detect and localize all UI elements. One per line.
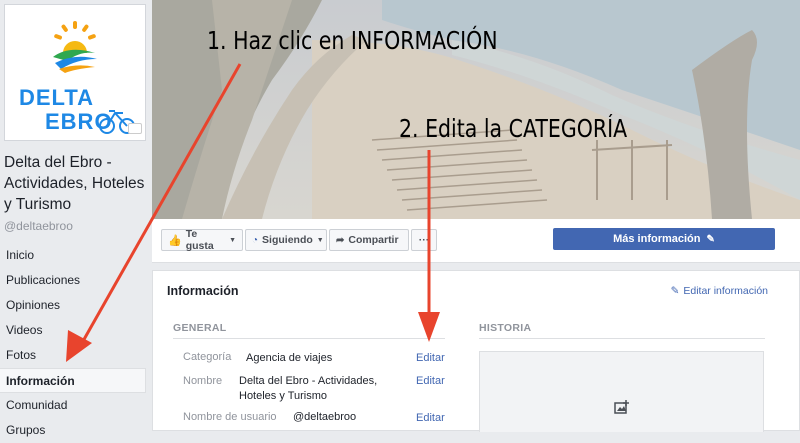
name-value-line2: Hoteles y Turismo: [239, 390, 328, 402]
sidebar-item-videos[interactable]: Videos: [0, 318, 146, 343]
edit-category-link[interactable]: Editar: [416, 352, 445, 364]
divider: [173, 338, 445, 339]
edit-info-label: Editar información: [683, 285, 768, 297]
logo-text-delta: DELTA: [19, 85, 95, 110]
info-panel-title: Información: [167, 284, 239, 298]
page-action-bar: 👍 Te gusta ▼ ◔ Siguiendo ▼ ➦ Compartir ·…: [152, 219, 800, 263]
chevron-down-icon: ▼: [229, 236, 236, 244]
profile-picture[interactable]: DELTA EBRO: [4, 4, 146, 141]
page-sidebar: DELTA EBRO Delta del Ebro - Actividades,…: [0, 0, 150, 437]
divider: [479, 338, 765, 339]
like-label: Te gusta: [185, 228, 214, 252]
more-options-button[interactable]: ···: [411, 229, 437, 251]
annotation-step1: 1. Haz clic en INFORMACIÓN: [207, 26, 498, 55]
edit-info-link[interactable]: ✎ Editar información: [671, 285, 768, 297]
share-button[interactable]: ➦ Compartir: [329, 229, 409, 251]
more-dots-icon: ···: [418, 234, 430, 246]
sidebar-item-publicaciones[interactable]: Publicaciones: [0, 268, 146, 293]
following-button[interactable]: ◔ Siguiendo ▼: [245, 229, 327, 251]
name-label: Nombre: [183, 375, 223, 387]
logo-text-ebro: EBRO: [45, 109, 113, 134]
pencil-icon: ✎: [706, 233, 715, 245]
more-info-label: Más información: [613, 233, 701, 245]
edit-name-link[interactable]: Editar: [416, 375, 445, 387]
sidebar-item-informacion[interactable]: Información: [0, 368, 146, 393]
share-label: Compartir: [348, 234, 399, 246]
edit-username-link[interactable]: Editar: [416, 412, 445, 424]
sidebar-item-inicio[interactable]: Inicio: [0, 243, 146, 268]
info-panel: Información ✎ Editar información GENERAL…: [152, 270, 800, 432]
sidebar-item-comunidad[interactable]: Comunidad: [0, 393, 146, 418]
following-label: Siguiendo: [262, 234, 313, 246]
sidebar-item-opiniones[interactable]: Opiniones: [0, 293, 146, 318]
more-info-button[interactable]: Más información ✎: [553, 228, 775, 250]
chevron-down-icon: ▼: [316, 236, 324, 244]
general-section-heading: GENERAL: [173, 322, 227, 334]
page-handle[interactable]: @deltaebroo: [4, 219, 73, 233]
annotation-step2: 2. Edita la CATEGORÍA: [399, 114, 628, 143]
category-label: Categoría: [183, 351, 232, 363]
rss-icon: ◔: [252, 234, 259, 246]
camera-icon[interactable]: [128, 123, 142, 134]
category-value: Agencia de viajes: [246, 352, 333, 364]
add-photo-icon: [614, 400, 629, 414]
username-label: Nombre de usuario: [183, 411, 277, 423]
history-section-heading: HISTORIA: [479, 322, 532, 334]
sidebar-nav: Inicio Publicaciones Opiniones Videos Fo…: [0, 243, 146, 443]
pencil-icon: ✎: [670, 285, 680, 297]
username-value: @deltaebroo: [293, 411, 357, 423]
thumbs-up-icon: 👍: [168, 234, 182, 247]
page-title[interactable]: Delta del Ebro - Actividades, Hoteles y …: [4, 152, 149, 215]
like-button[interactable]: 👍 Te gusta ▼: [161, 228, 243, 252]
share-arrow-icon: ➦: [336, 234, 345, 246]
name-value-line1: Delta del Ebro - Actividades,: [239, 375, 378, 387]
history-photo-box[interactable]: [479, 351, 764, 432]
sidebar-item-fotos[interactable]: Fotos: [0, 343, 146, 368]
